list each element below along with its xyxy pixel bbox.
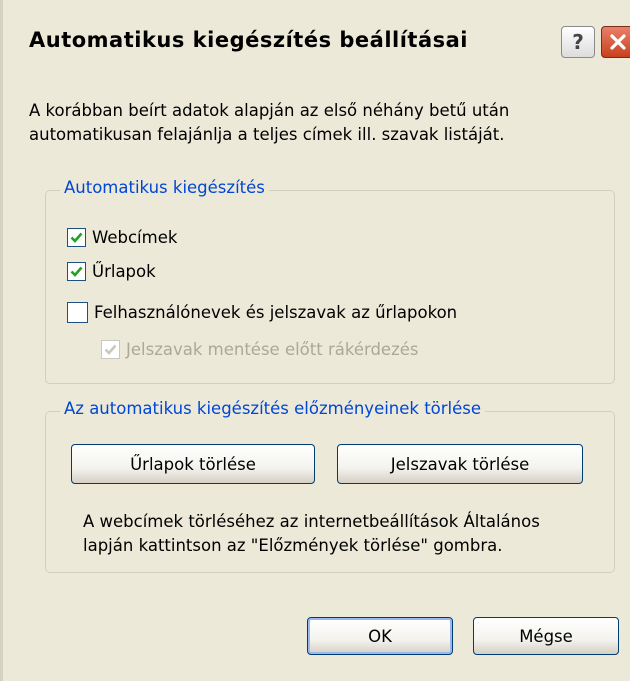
clear-forms-label: Űrlapok törlése (130, 454, 256, 474)
urlapok-label: Űrlapok (92, 262, 156, 281)
option-webcimek[interactable]: Webcímek (67, 228, 177, 247)
ok-button[interactable]: OK (307, 617, 453, 655)
title-bar[interactable]: Automatikus kiegészítés beállításai ? (3, 0, 630, 80)
clear-passwords-button[interactable]: Jelszavak törlése (337, 444, 583, 484)
close-button[interactable] (601, 26, 630, 58)
check-icon (104, 344, 117, 355)
autocomplete-group-label: Automatikus kiegészítés (60, 178, 269, 197)
felhasznalonevek-label: Felhasználónevek és jelszavak az űrlapok… (94, 303, 458, 322)
cancel-label: Mégse (519, 626, 573, 646)
dialog-title: Automatikus kiegészítés beállításai (29, 28, 468, 52)
jelszavak-rakerdezes-label: Jelszavak mentése előtt rákérdezés (126, 340, 419, 359)
description-line: A korábban beírt adatok alapján az első … (29, 101, 510, 120)
check-icon (70, 266, 83, 277)
webcimek-checkbox[interactable] (67, 228, 86, 247)
help-icon: ? (572, 30, 584, 54)
option-urlapok[interactable]: Űrlapok (67, 262, 156, 281)
felhasznalonevek-checkbox[interactable] (67, 302, 88, 323)
cancel-button[interactable]: Mégse (473, 617, 619, 655)
clear-passwords-label: Jelszavak törlése (390, 454, 530, 474)
option-jelszavak-rakerdezes[interactable]: Jelszavak mentése előtt rákérdezés (101, 340, 419, 359)
urlapok-checkbox[interactable] (67, 262, 86, 281)
dialog-description: A korábban beírt adatok alapján az első … (29, 99, 629, 147)
jelszavak-rakerdezes-checkbox[interactable] (101, 340, 120, 359)
help-button[interactable]: ? (561, 26, 595, 58)
history-note: A webcímek törléséhez az internetbeállít… (83, 510, 623, 558)
note-line: lapján kattintson az "Előzmények törlése… (83, 536, 503, 555)
note-line: A webcímek törléséhez az internetbeállít… (83, 512, 540, 531)
check-icon (70, 232, 83, 243)
clear-forms-button[interactable]: Űrlapok törlése (71, 444, 315, 484)
close-icon (610, 34, 626, 50)
dialog-window: Automatikus kiegészítés beállításai ? A … (0, 0, 630, 681)
option-felhasznalonevek[interactable]: Felhasználónevek és jelszavak az űrlapok… (67, 302, 457, 323)
history-group-label: Az automatikus kiegészítés előzményeinek… (60, 399, 486, 418)
webcimek-label: Webcímek (92, 228, 178, 247)
ok-label: OK (368, 626, 392, 646)
description-line: automatikusan felajánlja a teljes címek … (29, 125, 505, 144)
